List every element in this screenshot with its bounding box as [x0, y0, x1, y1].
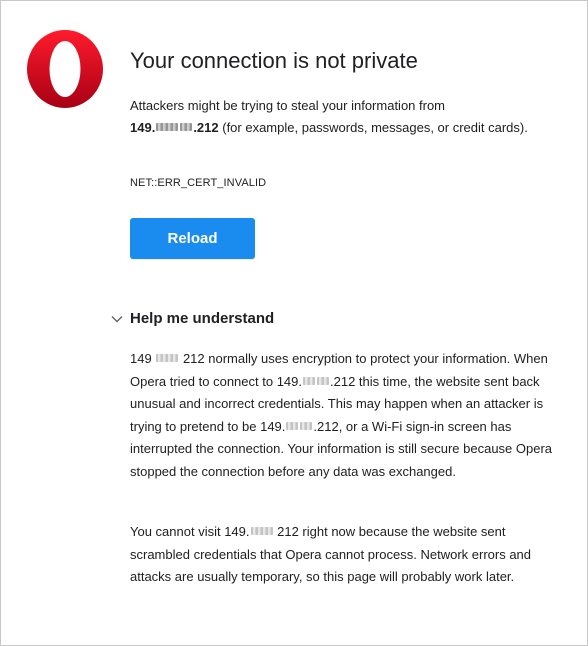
host-suffix: .212: [193, 120, 219, 135]
visit-info-paragraph: You cannot visit 149. 212 right now beca…: [130, 521, 560, 589]
help-details-paragraph: 149 212 normally uses encryption to prot…: [130, 348, 560, 483]
help-me-understand-toggle[interactable]: Help me understand: [110, 310, 274, 327]
redacted-blur: [317, 376, 329, 385]
reload-button[interactable]: Reload: [130, 218, 255, 259]
host-address: 149. .212: [130, 120, 219, 135]
error-page: Your connection is not private Attackers…: [0, 0, 588, 646]
chevron-down-icon: [111, 315, 123, 322]
redacted-blur: [156, 354, 179, 362]
redacted-blur: [156, 123, 179, 131]
para-text: You cannot visit 149.: [130, 524, 250, 539]
error-code: NET::ERR_CERT_INVALID: [130, 177, 267, 189]
intro-text: Attackers might be trying to steal your …: [130, 95, 550, 139]
redacted-blur: [300, 421, 313, 430]
para-text: 149: [130, 351, 152, 366]
page-title: Your connection is not private: [130, 48, 418, 73]
redacted-blur: [250, 527, 273, 535]
help-title: Help me understand: [130, 310, 275, 327]
opera-logo-icon: [27, 30, 103, 108]
intro-line: Attackers might be trying to steal your …: [130, 98, 446, 113]
redacted-blur: [180, 123, 193, 131]
host-prefix: 149.: [130, 120, 156, 135]
redacted-blur: [303, 376, 315, 385]
redacted-blur: [286, 421, 299, 430]
intro-rest: (for example, passwords, messages, or cr…: [218, 120, 528, 135]
